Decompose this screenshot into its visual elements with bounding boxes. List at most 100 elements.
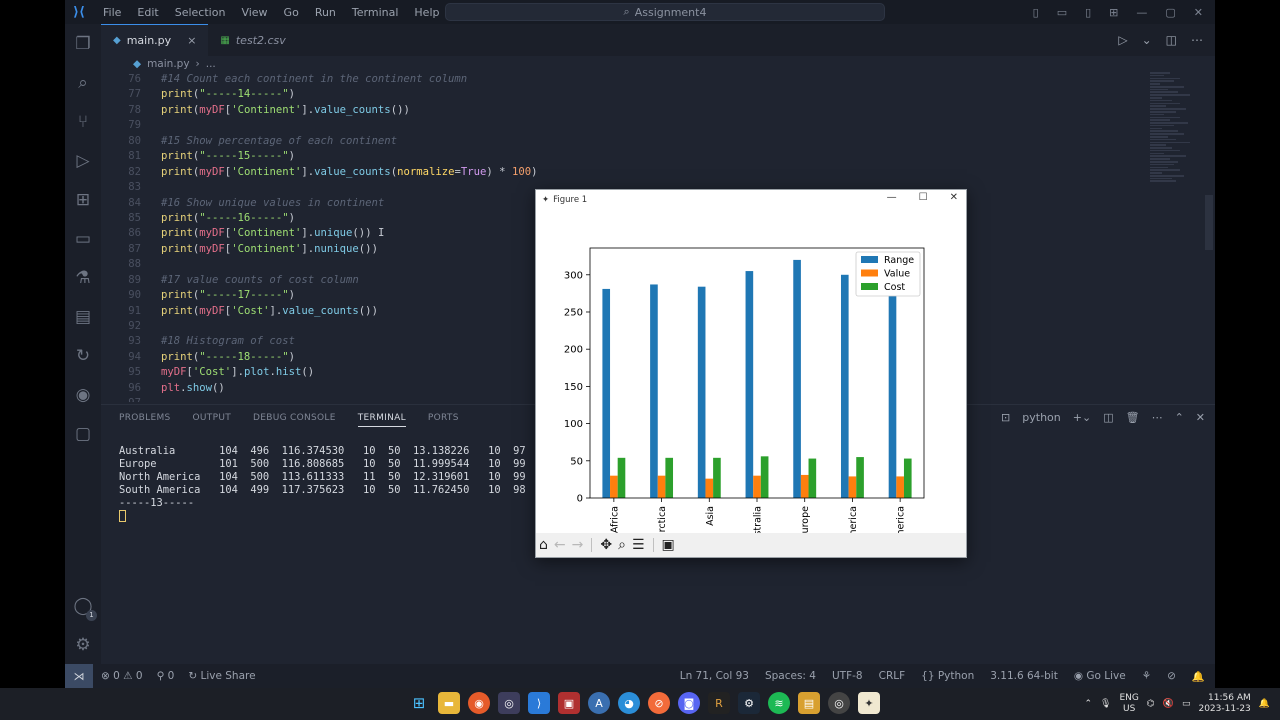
split-editor-icon[interactable]: ◫ [1166, 33, 1177, 47]
code-line[interactable]: 82 print(myDF['Continent'].value_counts(n… [101, 165, 1146, 180]
code-line[interactable]: 80 #15 Show percentage of each continent [101, 134, 1146, 149]
discord-icon[interactable]: ◙ [678, 692, 700, 714]
firefox-icon[interactable]: ◉ [468, 692, 490, 714]
accounts-icon[interactable]: ◯ 1 [65, 586, 101, 625]
ports-status[interactable]: ⚲ 0 [157, 670, 175, 682]
language-indicator[interactable]: ENG US [1119, 693, 1138, 715]
run-debug-icon[interactable]: ▷ [65, 141, 101, 180]
customize-layout-icon[interactable]: ⊞ [1109, 6, 1118, 19]
forward-arrow-icon[interactable]: → [572, 537, 584, 553]
go-live-button[interactable]: ◉ Go Live [1074, 670, 1126, 683]
end-of-line[interactable]: CRLF [879, 670, 906, 683]
menu-terminal[interactable]: Terminal [344, 6, 407, 19]
maximize-panel-icon[interactable]: ⌃ [1175, 411, 1184, 424]
more-actions-icon[interactable]: ⋯ [1152, 411, 1163, 424]
minimize-icon[interactable]: — [1136, 6, 1147, 19]
tab-main-py[interactable]: ◆ main.py × [101, 24, 209, 56]
microphone-icon[interactable]: 🎙 [1100, 699, 1111, 709]
close-window-icon[interactable]: ✕ [1194, 6, 1203, 19]
indentation[interactable]: Spaces: 4 [765, 670, 816, 683]
tab-terminal[interactable]: TERMINAL [357, 413, 406, 427]
tab-debug-console[interactable]: DEBUG CONSOLE [253, 413, 336, 427]
explorer-icon[interactable]: ❐ [65, 24, 101, 63]
run-python-icon[interactable]: ▷ [1118, 33, 1127, 47]
live-share-status[interactable]: ↻ Live Share [188, 670, 255, 682]
settings-gear-icon[interactable]: ⚙ [65, 625, 101, 664]
terminal-shell-name[interactable]: python [1022, 411, 1060, 424]
notification-bell-icon[interactable]: 🔔 [1259, 699, 1270, 709]
remote-indicator-icon[interactable]: ⋊ [65, 664, 93, 688]
close-icon[interactable]: ✕ [950, 192, 958, 203]
problems-status[interactable]: ⊗ 0 ⚠ 0 [101, 670, 143, 682]
breadcrumb-rest[interactable]: ... [206, 58, 216, 70]
new-terminal-icon[interactable]: +⌄ [1073, 411, 1091, 424]
tab-test2-csv[interactable]: ▦ test2.csv [208, 24, 297, 56]
configure-subplots-icon[interactable]: ☰ [632, 537, 645, 553]
home-icon[interactable]: ⌂ [539, 537, 548, 553]
encoding[interactable]: UTF-8 [832, 670, 863, 683]
vscode-taskbar-icon[interactable]: ⟩ [528, 692, 550, 714]
file-explorer-icon[interactable]: ▬ [438, 692, 460, 714]
copilot-icon[interactable]: ⚘ [1142, 670, 1151, 683]
terminal-output[interactable]: Australia 104 496 116.374530 10 50 13.13… [119, 445, 557, 523]
menu-file[interactable]: File [95, 6, 129, 19]
maximize-icon[interactable]: ▢ [1165, 6, 1175, 19]
source-control-icon[interactable]: ⑂ [65, 102, 101, 141]
split-terminal-icon[interactable]: ◫ [1103, 411, 1113, 424]
steam-icon[interactable]: ⚙ [738, 692, 760, 714]
menu-go[interactable]: Go [276, 6, 307, 19]
app-icon[interactable]: ⊘ [648, 692, 670, 714]
code-line[interactable]: 78 print(myDF['Continent'].value_counts()… [101, 103, 1146, 118]
back-arrow-icon[interactable]: ← [554, 537, 566, 553]
comments-icon[interactable]: ▢ [65, 414, 101, 453]
python-interpreter[interactable]: 3.11.6 64-bit [990, 670, 1058, 683]
remote-explorer-icon[interactable]: ▭ [65, 219, 101, 258]
app-icon[interactable]: ◎ [498, 692, 520, 714]
spotify-icon[interactable]: ≋ [768, 692, 790, 714]
app-icon[interactable]: ◕ [618, 692, 640, 714]
toggle-sidebar-icon[interactable]: ▯ [1033, 6, 1039, 19]
breadcrumb-file[interactable]: main.py [147, 58, 189, 70]
extensions-icon[interactable]: ⊞ [65, 180, 101, 219]
chevron-down-icon[interactable]: ⌄ [1142, 33, 1152, 47]
battery-icon[interactable]: ▭ [1182, 699, 1191, 709]
clock[interactable]: 11:56 AM 2023-11-23 [1198, 693, 1250, 715]
app-icon[interactable]: A [588, 692, 610, 714]
terminal-prompt[interactable] [119, 510, 557, 523]
tab-problems[interactable]: PROBLEMS [119, 413, 171, 427]
menu-view[interactable]: View [233, 6, 275, 19]
search-view-icon[interactable]: ⌕ [65, 63, 101, 102]
network-icon[interactable]: ⌬ [1147, 699, 1155, 709]
testing-icon[interactable]: ⚗ [65, 258, 101, 297]
toggle-secondary-sidebar-icon[interactable]: ▯ [1085, 6, 1091, 19]
menu-edit[interactable]: Edit [129, 6, 166, 19]
pan-icon[interactable]: ✥ [600, 537, 612, 553]
editor-scrollbar[interactable] [1205, 195, 1213, 250]
zoom-icon[interactable]: ⌕ [618, 537, 626, 553]
command-center-search[interactable]: ⌕ Assignment4 [445, 3, 885, 21]
more-actions-icon[interactable]: ⋯ [1191, 33, 1203, 47]
minimize-icon[interactable]: — [887, 192, 897, 203]
close-panel-icon[interactable]: ✕ [1196, 411, 1205, 424]
cursor-position[interactable]: Ln 71, Col 93 [680, 670, 749, 683]
minimap[interactable] [1150, 72, 1205, 222]
chevron-up-icon[interactable]: ⌃ [1084, 699, 1092, 709]
github-icon[interactable]: ◉ [65, 375, 101, 414]
language-mode[interactable]: {} Python [921, 670, 974, 683]
menu-selection[interactable]: Selection [167, 6, 234, 19]
code-line[interactable]: 77 print("-----14-----") [101, 87, 1146, 102]
close-tab-icon[interactable]: × [187, 34, 196, 47]
code-line[interactable]: 79 [101, 118, 1146, 133]
menu-run[interactable]: Run [307, 6, 344, 19]
notifications-bell-icon[interactable]: 🔔 [1192, 670, 1205, 683]
toggle-panel-icon[interactable]: ▭ [1057, 6, 1067, 19]
app-icon[interactable]: ▣ [558, 692, 580, 714]
docker-icon[interactable]: ▤ [65, 297, 101, 336]
matplotlib-taskbar-icon[interactable]: ✦ [858, 692, 880, 714]
notes-icon[interactable]: ▤ [798, 692, 820, 714]
sync-off-icon[interactable]: ⊘ [1167, 670, 1176, 683]
code-line[interactable]: 81 print("-----15-----") [101, 149, 1146, 164]
volume-muted-icon[interactable]: 🔇 [1163, 699, 1174, 709]
app-icon[interactable]: R [708, 692, 730, 714]
kill-terminal-icon[interactable]: 🗑 [1126, 411, 1140, 424]
